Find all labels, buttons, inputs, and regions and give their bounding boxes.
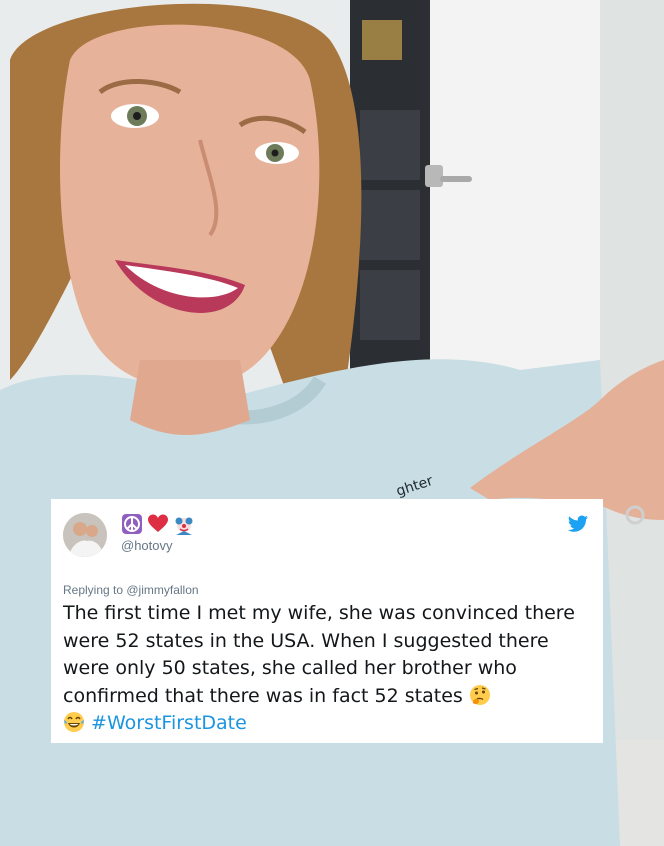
twitter-bird-icon[interactable]: [567, 513, 589, 535]
avatar[interactable]: [63, 513, 107, 557]
tweet-body-text: The first time I met my wife, she was co…: [63, 602, 575, 707]
red-heart-icon: [147, 513, 169, 535]
user-handle[interactable]: @hotovy: [121, 538, 173, 553]
tweet-text: The first time I met my wife, she was co…: [63, 600, 593, 738]
replying-to-line[interactable]: Replying to @jimmyfallon: [63, 583, 199, 597]
hashtag-link[interactable]: #WorstFirstDate: [91, 712, 247, 734]
display-name-emojis: [121, 512, 195, 536]
tweet-card[interactable]: @hotovy Replying to @jimmyfallon The fir…: [51, 499, 603, 743]
tears-of-joy-icon: [63, 711, 85, 733]
clown-icon: [173, 513, 195, 535]
peace-symbol-icon: [121, 513, 143, 535]
thinking-face-icon: [469, 684, 491, 706]
